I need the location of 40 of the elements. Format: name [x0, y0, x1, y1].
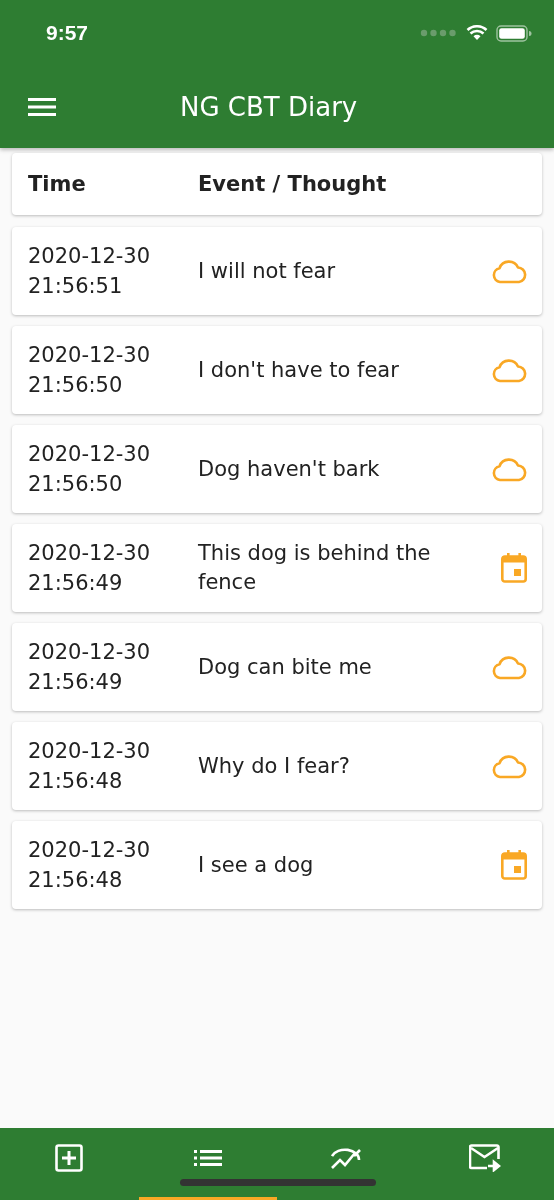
- cloud-icon: [491, 258, 527, 284]
- diary-entry[interactable]: 2020-12-30 21:56:50 Dog haven't bark: [12, 425, 542, 513]
- cloud-icon: [491, 654, 527, 680]
- calendar-icon: [501, 553, 527, 583]
- diary-entry[interactable]: 2020-12-30 21:56:49 This dog is behind the fence: [12, 524, 542, 612]
- status-time: 9:57: [46, 21, 89, 45]
- entry-text: I see a dog: [198, 851, 315, 879]
- timestamp: 2020-12-30 21:56:49: [28, 639, 152, 696]
- diary-entry[interactable]: 2020-12-30 21:56:48 Why do I fear?: [12, 722, 542, 810]
- calendar-icon: [501, 850, 527, 880]
- wifi-icon: [466, 25, 488, 41]
- timestamp: 2020-12-30 21:56:48: [28, 738, 152, 795]
- timestamp: 2020-12-30 21:56:50: [28, 441, 152, 498]
- timestamp: 2020-12-30 21:56:49: [28, 540, 152, 597]
- entry-text: Dog haven't bark: [198, 455, 381, 483]
- battery-icon: [496, 24, 532, 42]
- diary-entry[interactable]: 2020-12-30 21:56:48 I see a dog: [12, 821, 542, 909]
- cloud-icon: [491, 456, 527, 482]
- add-box-icon: [55, 1143, 84, 1172]
- timestamp: 2020-12-30 21:56:50: [28, 342, 152, 399]
- chart-line-icon: [331, 1146, 362, 1169]
- entry-text: Why do I fear?: [198, 752, 351, 780]
- app-title: NG CBT Diary: [180, 92, 358, 122]
- diary-entry[interactable]: 2020-12-30 21:56:50 I don't have to fear: [12, 326, 542, 414]
- menu-icon[interactable]: [28, 98, 56, 116]
- cloud-icon: [491, 357, 527, 383]
- timestamp: 2020-12-30 21:56:48: [28, 837, 152, 894]
- mail-send-icon: [468, 1143, 501, 1172]
- column-header: Time: [28, 172, 87, 196]
- signal-icon: [420, 29, 458, 37]
- entry-text: This dog is behind the fence: [198, 540, 432, 596]
- entry-text: Dog can bite me: [198, 653, 373, 681]
- column-header: Event / Thought: [198, 172, 388, 196]
- timestamp: 2020-12-30 21:56:51: [28, 243, 152, 300]
- entry-text: I will not fear: [198, 257, 337, 285]
- diary-entry[interactable]: 2020-12-30 21:56:49 Dog can bite me: [12, 623, 542, 711]
- diary-entry[interactable]: 2020-12-30 21:56:51 I will not fear: [12, 227, 542, 315]
- list-icon: [193, 1149, 222, 1166]
- entry-text: I don't have to fear: [198, 356, 400, 384]
- cloud-icon: [491, 753, 527, 779]
